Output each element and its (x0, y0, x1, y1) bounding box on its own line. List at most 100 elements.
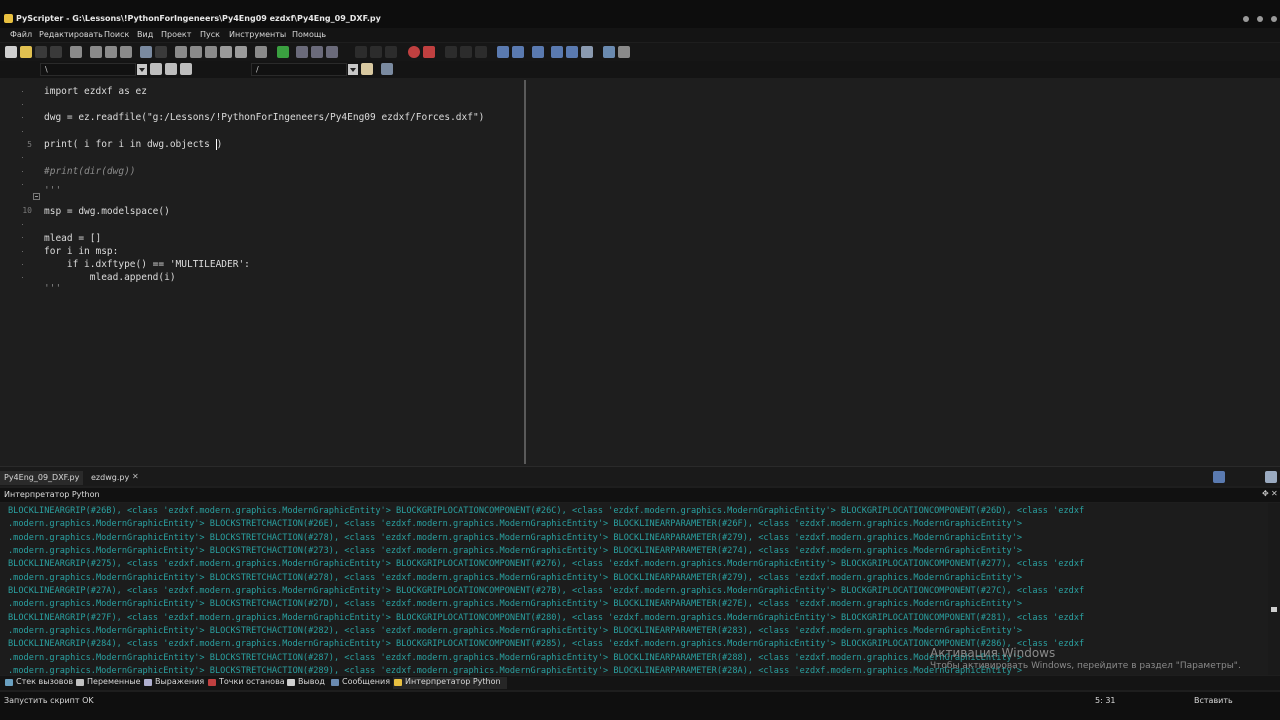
find-icon[interactable] (175, 46, 187, 58)
layout-icon[interactable] (603, 46, 615, 58)
tab-layout-icon[interactable] (1213, 471, 1225, 483)
gutter-dot (22, 251, 23, 252)
activation-watermark-title: Активация Windows (930, 646, 1056, 660)
clear-breakpoints-icon[interactable] (423, 46, 435, 58)
tab-list-icon[interactable] (1265, 471, 1277, 483)
chevron-down-icon[interactable] (348, 64, 358, 75)
cut-icon[interactable] (90, 46, 102, 58)
close-button[interactable] (1271, 16, 1277, 22)
run-icon[interactable] (277, 46, 289, 58)
step-over-icon[interactable] (326, 46, 338, 58)
syntax-check-icon[interactable] (255, 46, 267, 58)
menu-tools[interactable]: Инструменты (229, 30, 286, 39)
console-line: .modern.graphics.ModernGraphicEntity'> B… (8, 573, 1023, 583)
run-to-cursor-icon[interactable] (370, 46, 382, 58)
status-message: Запустить скрипт OK (4, 696, 94, 705)
print-icon[interactable] (70, 46, 82, 58)
tab-breakpoints[interactable]: Точки останова (207, 677, 285, 689)
tab-variables[interactable]: Переменные (75, 677, 141, 689)
gutter-dot (22, 224, 23, 225)
undo-icon[interactable] (140, 46, 152, 58)
menu-run[interactable]: Пуск (200, 30, 220, 39)
menu-edit[interactable]: Редактировать (39, 30, 103, 39)
console-line: .modern.graphics.ModernGraphicEntity'> B… (8, 519, 1023, 529)
tab-python-interpreter[interactable]: Интерпретатор Python (393, 677, 507, 689)
debug-icon[interactable] (296, 46, 308, 58)
step-out-icon[interactable] (355, 46, 367, 58)
save-icon[interactable] (35, 46, 47, 58)
tab-watches[interactable]: Выражения (143, 677, 204, 689)
interpreter-console[interactable]: BLOCKLINEARGRIP(#26B), <class 'ezdxf.mod… (0, 503, 1268, 675)
open-folder-icon[interactable] (20, 46, 32, 58)
panel-title: Интерпретатор Python (4, 490, 100, 499)
close-panel-icon[interactable]: ✕ (1271, 489, 1278, 498)
editor-splitter[interactable] (524, 80, 526, 464)
view-files-icon[interactable] (532, 46, 544, 58)
reset-icon[interactable] (460, 46, 472, 58)
redo-icon[interactable] (155, 46, 167, 58)
code-line: mlead.append(i) (44, 272, 176, 283)
editor-gutter: 5 10 (0, 80, 40, 464)
replace-input[interactable]: / (251, 63, 347, 76)
step-into-icon[interactable] (311, 46, 323, 58)
code-line: if i.dxftype() == 'MULTILEADER': (44, 259, 250, 270)
tab-output[interactable]: Вывод (286, 677, 325, 689)
find-previous-icon[interactable] (165, 63, 177, 75)
goto-line-icon[interactable] (220, 46, 232, 58)
paste-icon[interactable] (120, 46, 132, 58)
title-bar: PyScripter - G:\Lessons\!PythonForIngene… (0, 0, 1280, 28)
highlight-icon[interactable] (180, 63, 192, 75)
minimize-button[interactable] (1243, 16, 1249, 22)
pause-icon[interactable] (385, 46, 397, 58)
toggle-comment-icon[interactable] (235, 46, 247, 58)
toggle-breakpoint-icon[interactable] (408, 46, 420, 58)
code-line: import ezdxf as ez (44, 86, 147, 97)
scrollbar-thumb[interactable] (1271, 607, 1277, 612)
line-number: 10 (22, 206, 32, 215)
search-input[interactable]: \ (40, 63, 136, 76)
pin-icon[interactable]: ✥ (1262, 489, 1269, 498)
view-interpreter-icon[interactable] (512, 46, 524, 58)
code-line: mlead = [] (44, 233, 102, 244)
copy-icon[interactable] (105, 46, 117, 58)
find-next-toolbar-icon[interactable] (150, 63, 162, 75)
editor-tabs: Py4Eng_09_DXF.py ezdwg.py ✕ (0, 466, 1280, 486)
save-all-icon[interactable] (50, 46, 62, 58)
gutter-dot (22, 237, 23, 238)
interpreter-panel-header: Интерпретатор Python ✥ ✕ (0, 488, 1280, 502)
menu-search[interactable]: Поиск (104, 30, 129, 39)
stop-icon[interactable] (475, 46, 487, 58)
search-toolbar: \ / (0, 61, 1280, 78)
menu-project[interactable]: Проект (161, 30, 191, 39)
gutter-dot (22, 104, 23, 105)
chevron-down-icon[interactable] (137, 64, 147, 75)
menu-help[interactable]: Помощь (292, 30, 326, 39)
split-horizontal-icon[interactable] (566, 46, 578, 58)
abort-icon[interactable] (445, 46, 457, 58)
view-editor-icon[interactable] (497, 46, 509, 58)
split-vertical-icon[interactable] (551, 46, 563, 58)
close-tab-icon[interactable]: ✕ (132, 472, 139, 481)
new-file-icon[interactable] (5, 46, 17, 58)
menu-view[interactable]: Вид (137, 30, 153, 39)
tab-py4eng-09-dxf[interactable]: Py4Eng_09_DXF.py (0, 471, 84, 485)
fold-toggle-icon[interactable] (33, 193, 40, 200)
tab-ezdwg[interactable]: ezdwg.py (87, 471, 133, 485)
replace-icon[interactable] (205, 46, 217, 58)
cursor-position: 5: 31 (1095, 696, 1116, 705)
menu-file[interactable]: Файл (10, 30, 32, 39)
layouts-dropdown-icon[interactable] (618, 46, 630, 58)
maximize-button[interactable] (1257, 16, 1263, 22)
console-scrollbar[interactable] (1268, 503, 1280, 675)
console-line: .modern.graphics.ModernGraphicEntity'> B… (8, 533, 1023, 543)
replace-button-icon[interactable] (361, 63, 373, 75)
variables-icon (76, 679, 84, 686)
tab-messages[interactable]: Сообщения (330, 677, 390, 689)
paragraph-icon[interactable] (581, 46, 593, 58)
python-icon (394, 679, 402, 686)
code-editor[interactable]: 5 10 import ezdxf as ez dwg = ez.readfil… (0, 80, 1280, 464)
tab-call-stack[interactable]: Стек вызовов (4, 677, 73, 689)
replace-all-icon[interactable] (381, 63, 393, 75)
tab-label: Точки останова (219, 677, 285, 686)
find-next-icon[interactable] (190, 46, 202, 58)
